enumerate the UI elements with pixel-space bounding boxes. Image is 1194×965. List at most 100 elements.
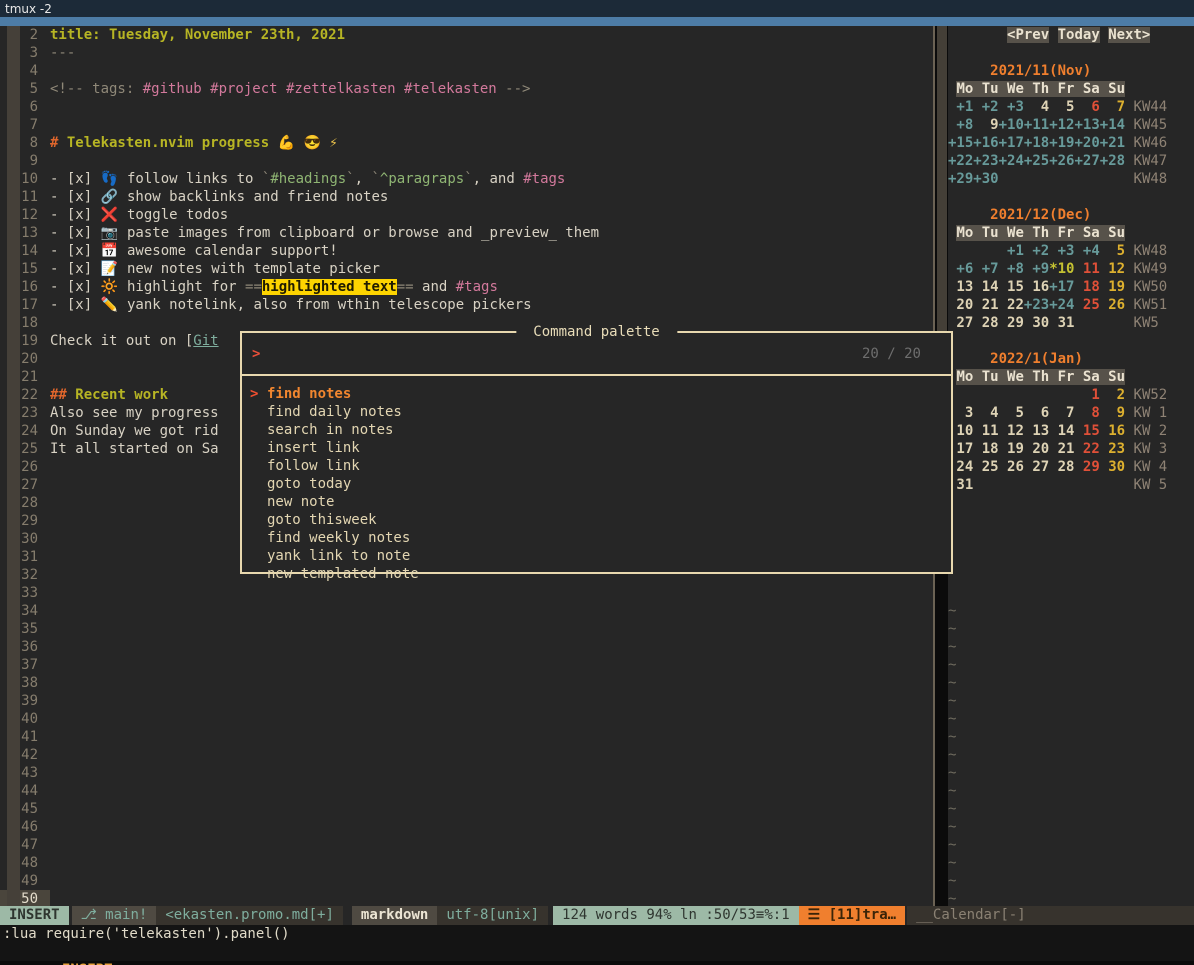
editor-line[interactable]: 37 [0, 656, 933, 674]
calendar-day[interactable]: 25 [973, 459, 998, 475]
calendar-day[interactable]: +23 [973, 153, 998, 169]
calendar-day[interactable]: +25 [1024, 153, 1049, 169]
palette-item[interactable]: find daily notes [242, 403, 951, 421]
calendar-day[interactable]: +9 [1024, 261, 1049, 277]
command-line[interactable]: :lua require('telekasten').panel() [0, 925, 1194, 943]
calendar-day[interactable]: 18 [1074, 279, 1099, 295]
calendar-day[interactable]: 27 [948, 315, 973, 331]
calendar-day[interactable]: 13 [948, 279, 973, 295]
calendar-day[interactable]: +16 [973, 135, 998, 151]
calendar-day[interactable]: 12 [1100, 261, 1125, 277]
calendar-day[interactable]: 14 [1049, 423, 1074, 439]
calendar-day[interactable]: +29 [948, 171, 973, 187]
calendar-day[interactable]: +7 [973, 261, 998, 277]
calendar-day[interactable]: +12 [1049, 117, 1074, 133]
editor-line[interactable]: 3--- [0, 44, 933, 62]
editor-line[interactable]: 14- [x] 📅 awesome calendar support! [0, 242, 933, 260]
editor-line[interactable]: 11- [x] 🔗 show backlinks and friend note… [0, 188, 933, 206]
editor-line[interactable]: 4 [0, 62, 933, 80]
editor-line[interactable]: 13- [x] 📷 paste images from clipboard or… [0, 224, 933, 242]
calendar-day[interactable]: +11 [1024, 117, 1049, 133]
calendar-day[interactable]: 14 [973, 279, 998, 295]
calendar-day[interactable]: 11 [973, 423, 998, 439]
calendar-day[interactable]: +8 [999, 261, 1024, 277]
editor-line[interactable]: 10- [x] 👣 follow links to `#headings`, `… [0, 170, 933, 188]
calendar-day[interactable]: 8 [1074, 405, 1099, 421]
calendar-day[interactable]: 16 [1024, 279, 1049, 295]
calendar-day[interactable]: 15 [1074, 423, 1099, 439]
calendar-day[interactable]: +1 [999, 243, 1024, 259]
palette-item[interactable]: goto thisweek [242, 511, 951, 529]
palette-item[interactable]: new note [242, 493, 951, 511]
calendar-day[interactable]: 19 [1100, 279, 1125, 295]
palette-item[interactable]: goto today [242, 475, 951, 493]
editor-line[interactable]: 44 [0, 782, 933, 800]
calendar-day[interactable]: 6 [1074, 99, 1099, 115]
editor-line[interactable]: 43 [0, 764, 933, 782]
editor-line[interactable]: 16- [x] 🔆 highlight for ==highlighted te… [0, 278, 933, 296]
calendar-day[interactable]: +6 [948, 261, 973, 277]
calendar-day[interactable]: +21 [1100, 135, 1125, 151]
editor-line[interactable]: 9 [0, 152, 933, 170]
calendar-day[interactable]: 6 [1024, 405, 1049, 421]
calendar-day[interactable]: +28 [1100, 153, 1125, 169]
calendar-day[interactable]: +23 [1024, 297, 1049, 313]
editor-line[interactable]: 48 [0, 854, 933, 872]
calendar-day[interactable]: +27 [1074, 153, 1099, 169]
calendar-day[interactable]: 21 [1049, 441, 1074, 457]
calendar-day[interactable]: 21 [973, 297, 998, 313]
calendar-day[interactable]: 26 [999, 459, 1024, 475]
calendar-day[interactable]: +17 [1049, 279, 1074, 295]
calendar-day[interactable]: 5 [1100, 243, 1125, 259]
editor-line[interactable]: 36 [0, 638, 933, 656]
calendar-day[interactable]: 9 [1100, 405, 1125, 421]
calendar-day[interactable]: *10 [1049, 261, 1074, 277]
palette-item[interactable]: follow link [242, 457, 951, 475]
calendar-day[interactable]: +3 [999, 99, 1024, 115]
calendar-day[interactable]: 13 [1024, 423, 1049, 439]
calendar-day[interactable]: +13 [1074, 117, 1099, 133]
calendar-day[interactable]: +14 [1100, 117, 1125, 133]
editor-scrollbar[interactable] [7, 26, 20, 906]
calendar-day[interactable]: 20 [1024, 441, 1049, 457]
editor-line[interactable]: 49 [0, 872, 933, 890]
calendar-day[interactable]: 27 [1024, 459, 1049, 475]
calendar-day[interactable]: 5 [1049, 99, 1074, 115]
editor-line[interactable]: 41 [0, 728, 933, 746]
calendar-day[interactable]: 28 [1049, 459, 1074, 475]
calendar-day[interactable]: 23 [1100, 441, 1125, 457]
editor-line[interactable]: 33 [0, 584, 933, 602]
editor-line[interactable]: 35 [0, 620, 933, 638]
calendar-day[interactable]: 5 [999, 405, 1024, 421]
calendar-day[interactable]: +2 [1024, 243, 1049, 259]
calendar-day[interactable]: 12 [999, 423, 1024, 439]
palette-item[interactable]: find weekly notes [242, 529, 951, 547]
calendar-day[interactable]: 7 [1049, 405, 1074, 421]
editor-line[interactable]: 6 [0, 98, 933, 116]
calendar-day[interactable]: 11 [1074, 261, 1099, 277]
calendar-day[interactable]: +24 [1049, 297, 1074, 313]
calendar-day[interactable]: 4 [973, 405, 998, 421]
calendar-day[interactable]: +1 [948, 99, 973, 115]
palette-item[interactable]: search in notes [242, 421, 951, 439]
calendar-day[interactable]: +17 [999, 135, 1024, 151]
calendar-day[interactable]: 2 [1100, 387, 1125, 403]
calendar-day[interactable]: 29 [999, 315, 1024, 331]
calendar-pane[interactable]: <Prev Today Next> 2021/11(Nov) Mo Tu We … [948, 26, 1194, 906]
editor-line[interactable]: 5<!-- tags: #github #project #zettelkast… [0, 80, 933, 98]
calendar-day[interactable]: +2 [973, 99, 998, 115]
calendar-day[interactable]: +20 [1074, 135, 1099, 151]
calendar-day[interactable]: 18 [973, 441, 998, 457]
calendar-day[interactable]: 28 [973, 315, 998, 331]
calendar-day[interactable]: +4 [1074, 243, 1099, 259]
editor-line[interactable]: 12- [x] ❌ toggle todos [0, 206, 933, 224]
calendar-day[interactable]: +8 [948, 117, 973, 133]
calendar-day[interactable]: +3 [1049, 243, 1074, 259]
calendar-day[interactable]: +24 [999, 153, 1024, 169]
calendar-day[interactable]: 22 [1074, 441, 1099, 457]
calendar-day[interactable]: 15 [999, 279, 1024, 295]
calendar-day[interactable]: 31 [1049, 315, 1074, 331]
calendar-day[interactable]: +15 [948, 135, 973, 151]
editor-line[interactable]: 34 [0, 602, 933, 620]
prev-month-button[interactable]: <Prev [1007, 27, 1049, 43]
